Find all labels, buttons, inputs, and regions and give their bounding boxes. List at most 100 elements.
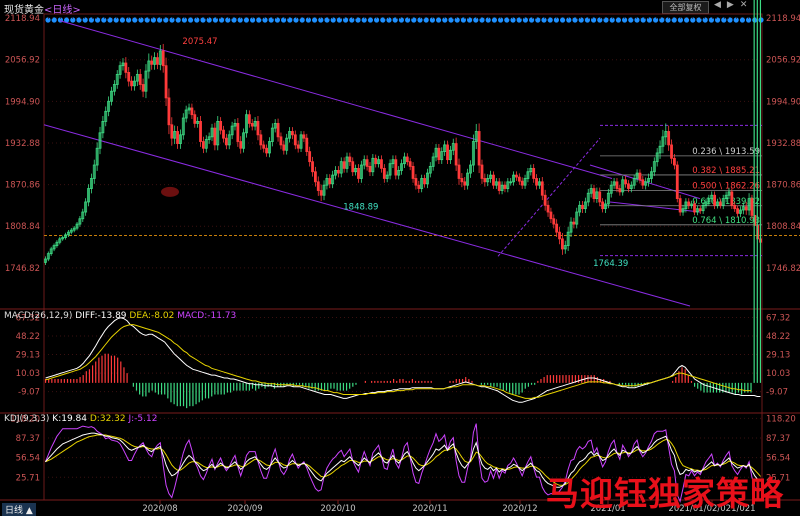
event-dot bbox=[392, 17, 398, 23]
macd-dea-line bbox=[45, 324, 751, 399]
event-dot bbox=[516, 17, 522, 23]
event-dot bbox=[591, 17, 597, 23]
macd-tick-left: 48.22 bbox=[16, 332, 40, 342]
candle-body bbox=[543, 194, 547, 206]
macd-tick-right: 10.03 bbox=[766, 369, 790, 379]
candle-body bbox=[262, 144, 266, 149]
price-chart-svg[interactable]: 2118.94 2118.94 2056.92 2056.92 1994.90 1994.… bbox=[0, 0, 800, 515]
event-dot bbox=[206, 17, 212, 23]
event-dot bbox=[150, 17, 156, 23]
x-tick-label: 2020/09 bbox=[227, 504, 262, 514]
candle-body bbox=[423, 178, 426, 185]
event-dot bbox=[529, 17, 535, 23]
candle-body bbox=[368, 165, 372, 173]
candle-body bbox=[405, 156, 409, 163]
candle-body bbox=[141, 84, 145, 92]
candle-body bbox=[365, 159, 369, 167]
event-dot bbox=[522, 17, 529, 23]
event-dot bbox=[281, 17, 287, 23]
event-dot bbox=[597, 17, 603, 23]
candle-body bbox=[279, 136, 283, 146]
candle-body bbox=[515, 174, 518, 178]
candle-body bbox=[730, 191, 734, 206]
price-tick-right: 1746.82 bbox=[766, 264, 800, 274]
price-tick-left: 2118.94 bbox=[5, 14, 40, 24]
event-dot bbox=[163, 17, 169, 23]
candle-body bbox=[463, 181, 467, 186]
candle-body bbox=[520, 180, 524, 186]
kdj-j-label: J:-5.12 bbox=[128, 414, 158, 424]
candle-body bbox=[170, 124, 174, 139]
event-dot bbox=[405, 17, 411, 23]
candle-body bbox=[316, 181, 320, 191]
candle-body bbox=[555, 223, 559, 233]
candle-body bbox=[357, 167, 360, 179]
event-dot bbox=[721, 17, 727, 23]
event-dot bbox=[144, 17, 150, 23]
candle-body bbox=[592, 188, 596, 199]
candle-body bbox=[736, 208, 739, 214]
event-dot bbox=[460, 17, 466, 23]
event-dot bbox=[101, 17, 107, 23]
candle-body bbox=[414, 178, 418, 186]
event-dot bbox=[157, 17, 163, 23]
candle-body bbox=[150, 60, 154, 65]
kdj-tick-right: 56.54 bbox=[766, 454, 790, 464]
candle-body bbox=[380, 159, 383, 169]
event-dot bbox=[274, 17, 280, 23]
event-dot bbox=[268, 17, 274, 23]
candle-body bbox=[477, 131, 481, 166]
candle-body bbox=[417, 184, 421, 189]
period-tab[interactable]: 日线 ▲ bbox=[2, 503, 36, 516]
kdj-tick-left: 87.37 bbox=[16, 434, 40, 444]
candle-body bbox=[342, 161, 346, 169]
macd-title: MACD(26,12,9) bbox=[4, 311, 73, 321]
candle-body bbox=[374, 157, 378, 165]
candle-body bbox=[256, 121, 260, 136]
candle-body bbox=[161, 50, 165, 67]
x-tick-label: 2020/08 bbox=[142, 504, 177, 514]
candle-body bbox=[250, 123, 254, 127]
event-dot bbox=[702, 17, 708, 23]
candle-body bbox=[540, 181, 544, 196]
candle-body bbox=[302, 134, 306, 139]
candle-body bbox=[193, 114, 197, 124]
kdj-d-label: D:32.32 bbox=[89, 414, 126, 424]
candle-body bbox=[549, 211, 553, 220]
candle-body bbox=[718, 201, 722, 206]
event-dot bbox=[343, 17, 349, 23]
candle-body bbox=[291, 131, 294, 136]
price-annotation: 1764.39 bbox=[593, 259, 628, 269]
candle-body bbox=[130, 80, 134, 87]
event-dot bbox=[578, 17, 584, 23]
candle-body bbox=[638, 172, 642, 181]
macd-legend: MACD(26,12,9) DIFF:-13.89 DEA:-8.02 MACD… bbox=[4, 311, 236, 321]
plot-frame bbox=[43, 13, 763, 501]
price-tick-right: 2056.92 bbox=[766, 56, 800, 66]
x-tick-label: 2020/10 bbox=[320, 504, 355, 514]
candle-body bbox=[408, 161, 412, 167]
event-dot bbox=[646, 17, 653, 23]
candle-body bbox=[733, 204, 737, 210]
candle-body bbox=[670, 144, 673, 159]
kdj-title: KDJ(9,3,3) bbox=[4, 414, 50, 424]
candle-body bbox=[698, 208, 702, 212]
x-tick-label: 2020/11 bbox=[412, 504, 447, 514]
price-tick-left: 1808.84 bbox=[5, 222, 40, 232]
candle-body bbox=[319, 190, 323, 196]
macd-diff-label: DIFF:-13.89 bbox=[75, 311, 127, 321]
kdj-tick-right: 118.20 bbox=[766, 414, 796, 424]
event-dot bbox=[653, 17, 659, 23]
candle-body bbox=[348, 156, 352, 163]
fib-level-label: 0.500 \ 1862.26 bbox=[692, 181, 760, 191]
candle-body bbox=[164, 65, 168, 99]
candle-body bbox=[305, 137, 309, 153]
candle-body bbox=[457, 164, 461, 179]
candle-body bbox=[454, 143, 458, 166]
price-tick-left: 2056.92 bbox=[5, 56, 40, 66]
event-dot bbox=[708, 17, 715, 23]
candle-body bbox=[336, 170, 340, 174]
event-dot bbox=[467, 17, 473, 23]
candle-body bbox=[124, 62, 128, 73]
candle-body bbox=[328, 178, 332, 185]
